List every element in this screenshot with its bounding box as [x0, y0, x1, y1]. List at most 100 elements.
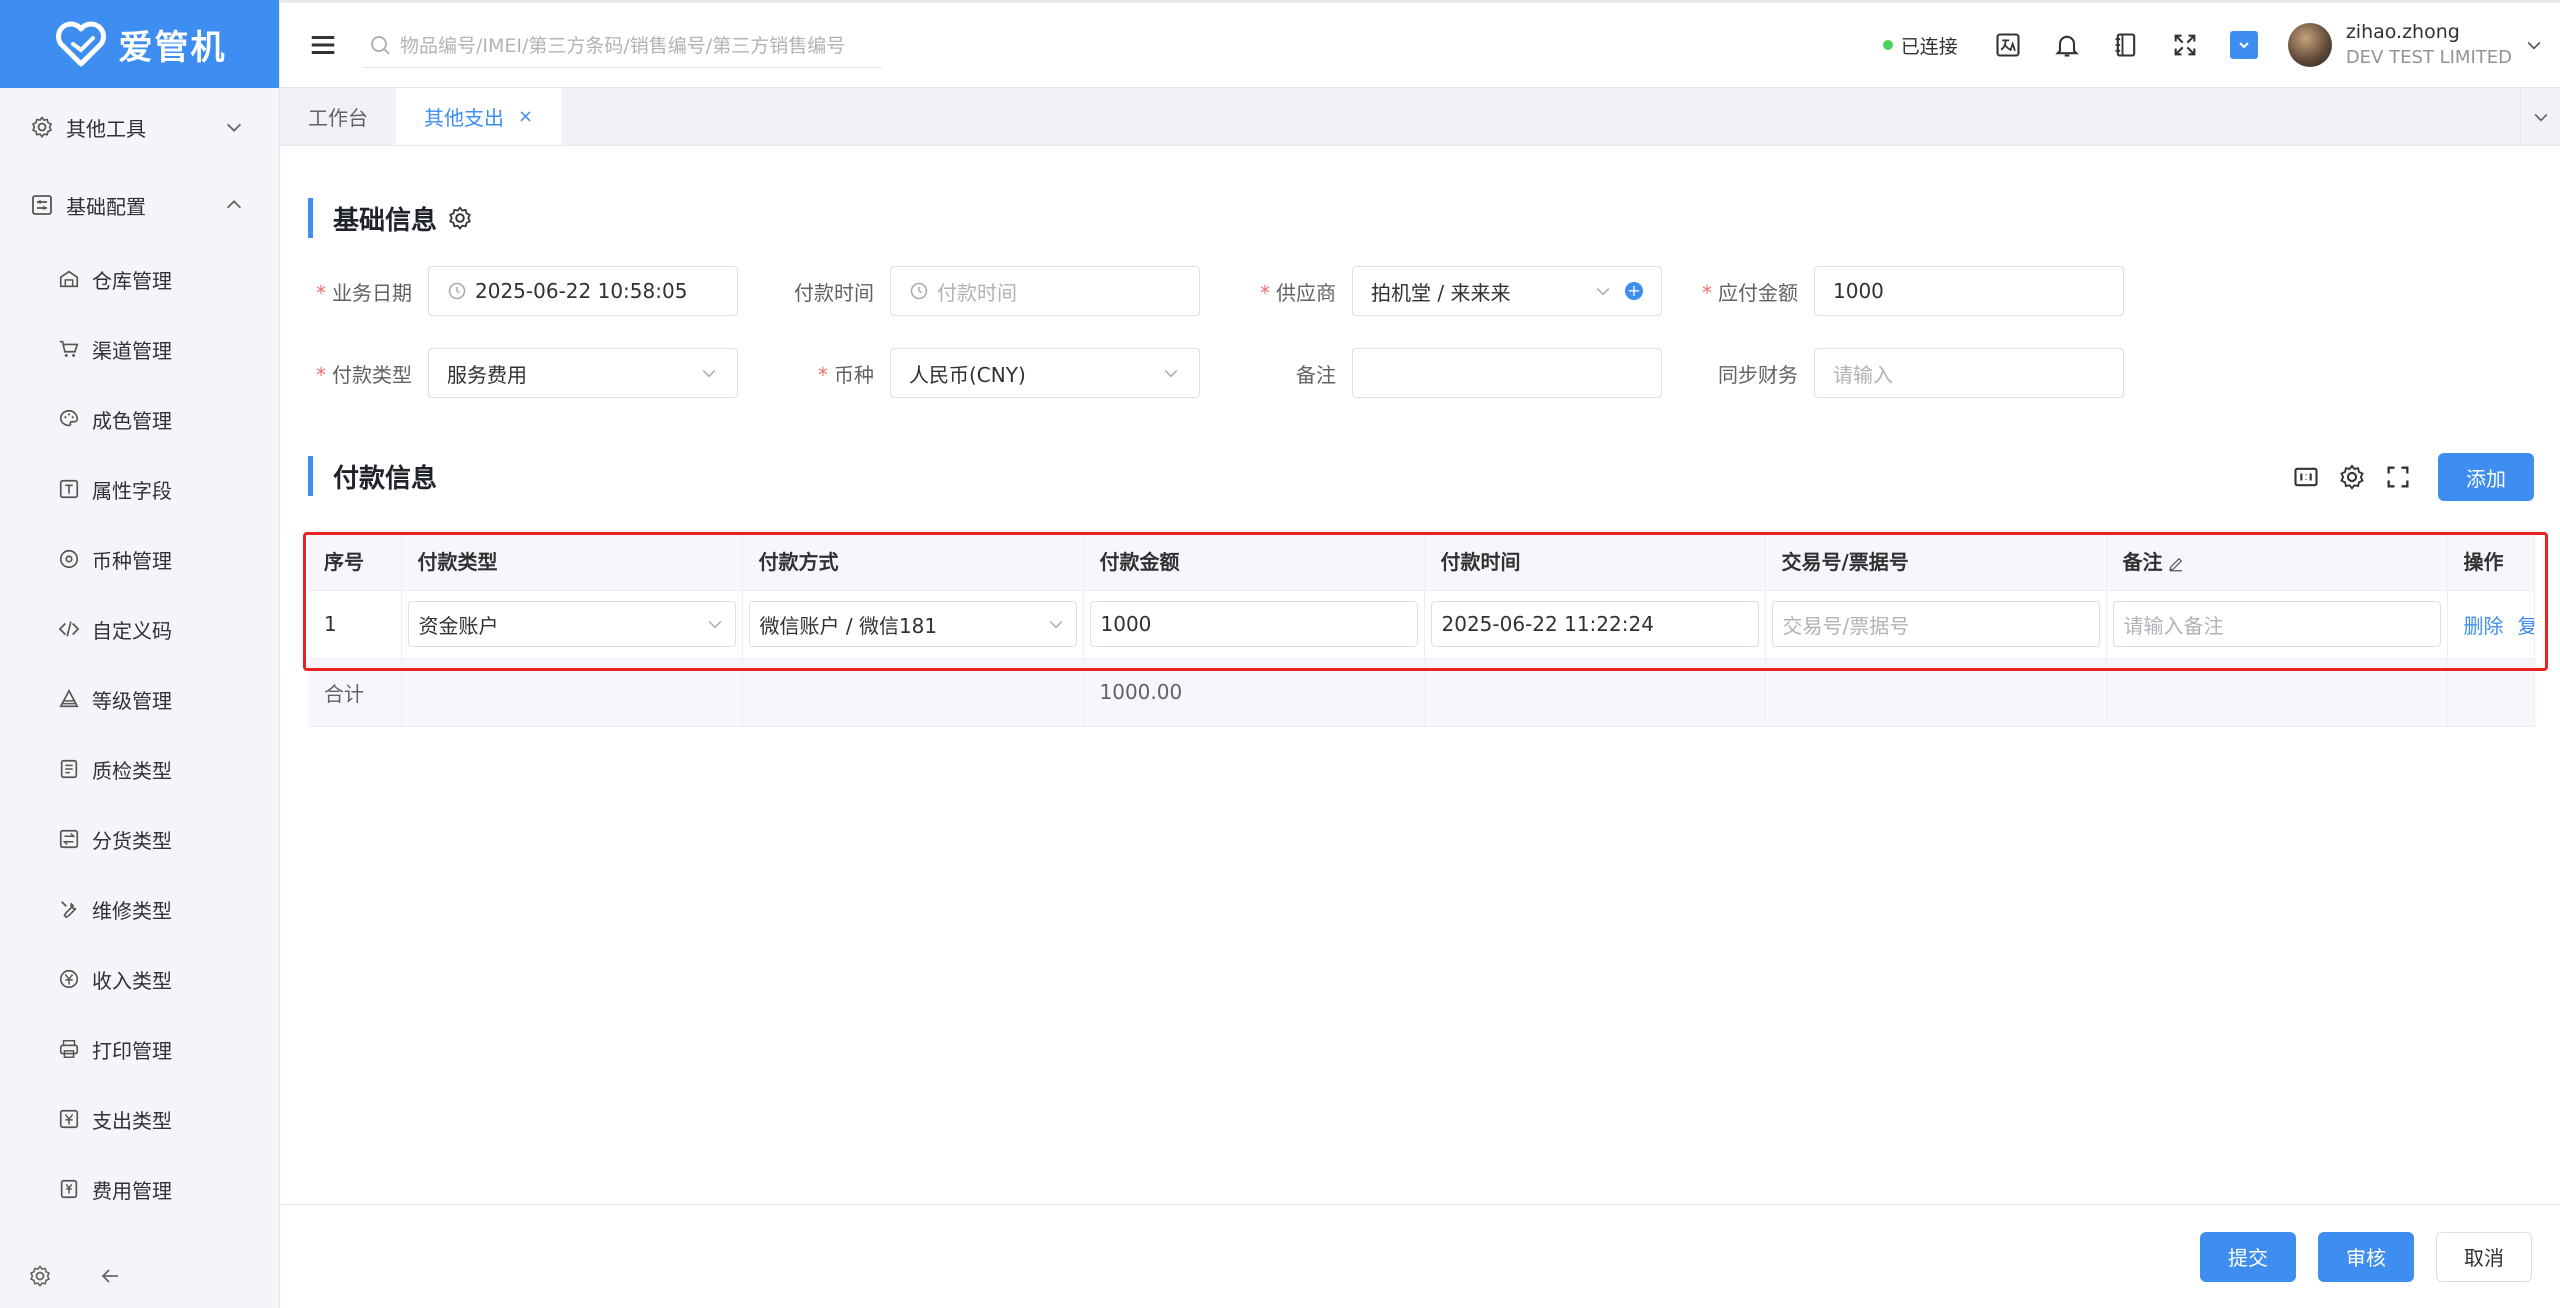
- business-date-value: 2025-06-22 10:58:05: [475, 279, 688, 303]
- supplier-select[interactable]: 拍机堂 / 来来来 +: [1352, 266, 1662, 316]
- summary-cell: [2106, 658, 2448, 727]
- sidebar-item-print[interactable]: 打印管理: [0, 1014, 279, 1084]
- sidebar-item-condition[interactable]: 成色管理: [0, 384, 279, 454]
- sidebar-item-currency[interactable]: 币种管理: [0, 524, 279, 594]
- field-remark: 备注: [1232, 348, 1694, 398]
- pay-type-select[interactable]: 资金账户: [407, 601, 736, 647]
- sync-finance-input[interactable]: 请输入: [1814, 348, 2124, 398]
- cancel-button[interactable]: 取消: [2436, 1231, 2532, 1282]
- pay-time-input[interactable]: 2025-06-22 11:22:24: [1430, 601, 1759, 647]
- tab-other-expense[interactable]: 其他支出 ×: [396, 88, 562, 145]
- trade-no-input[interactable]: 交易号/票据号: [1771, 601, 2100, 647]
- density-icon[interactable]: [2292, 463, 2320, 491]
- remark-row-input[interactable]: 请输入备注: [2112, 601, 2441, 647]
- sidebar-item-fee[interactable]: 费用管理: [0, 1154, 279, 1224]
- fee-icon: [60, 1179, 78, 1199]
- avatar[interactable]: [2287, 23, 2332, 67]
- audit-button[interactable]: 审核: [2318, 1231, 2414, 1282]
- footer-actions: 提交 审核 取消: [280, 1204, 2560, 1308]
- copy-link[interactable]: 复: [2518, 614, 2534, 638]
- sidebar-item-repair-type[interactable]: 维修类型: [0, 874, 279, 944]
- translate-icon[interactable]: [1994, 31, 2022, 59]
- sidebar-item-channel[interactable]: 渠道管理: [0, 314, 279, 384]
- sidebar-item-label: 分货类型: [92, 828, 172, 853]
- edit-icon: [2168, 557, 2182, 572]
- cell-pay-method: 微信账户 / 微信181: [742, 590, 1084, 659]
- delete-link[interactable]: 删除: [2464, 614, 2504, 638]
- field-payment-type: * 付款类型 服务费用: [308, 348, 770, 398]
- expand-icon[interactable]: [2384, 463, 2412, 491]
- fullscreen-icon[interactable]: [2171, 31, 2199, 59]
- header-right: 已连接 zihao.zhong DEV TEST LIMITED: [1882, 1, 2560, 89]
- submit-button[interactable]: 提交: [2200, 1231, 2296, 1282]
- payment-type-select[interactable]: 服务费用: [428, 348, 738, 398]
- add-button[interactable]: 添加: [2438, 453, 2534, 501]
- chevron-down-icon: [708, 620, 721, 629]
- summary-label: 合计: [308, 658, 402, 727]
- form-row-1: * 业务日期 2025-06-22 10:58:05 付款时间 付款时间 * 供应商…: [308, 266, 2156, 316]
- field-label: * 供应商: [1260, 280, 1336, 305]
- payment-table: 序号 付款类型 付款方式 付款金额 付款时间 交易号/票据号 备注 操作 1 资…: [308, 532, 2535, 727]
- pay-method-select[interactable]: 微信账户 / 微信181: [748, 601, 1077, 647]
- chevron-down-icon[interactable]: [2524, 35, 2544, 55]
- global-search-input[interactable]: 物品编号/IMEI/第三方条码/销售编号/第三方销售编号: [362, 22, 882, 68]
- tab-workbench[interactable]: 工作台: [280, 88, 396, 145]
- sidebar-item-expense-type[interactable]: 支出类型: [0, 1084, 279, 1154]
- business-date-picker[interactable]: 2025-06-22 10:58:05: [428, 266, 738, 316]
- menu-group-other-tools[interactable]: 其他工具: [0, 88, 279, 166]
- menu-group-basic-config[interactable]: 基础配置: [0, 166, 279, 244]
- add-supplier-icon[interactable]: +: [1625, 282, 1643, 300]
- sidebar-footer: [0, 1244, 280, 1308]
- field-label: 付款时间: [794, 280, 874, 305]
- sidebar-item-level[interactable]: 等级管理: [0, 664, 279, 734]
- summary-row: 合计 1000.00: [308, 658, 2535, 727]
- sidebar: 爱管机 其他工具 基础配置 仓库管理 渠道管理 成色管理 属性字段 币种管理 自…: [0, 0, 280, 1308]
- payment-type-value: 服务费用: [447, 362, 527, 387]
- summary-cell: [2447, 658, 2535, 727]
- currency-select[interactable]: 人民币(CNY): [890, 348, 1200, 398]
- sidebar-item-warehouse[interactable]: 仓库管理: [0, 244, 279, 314]
- palette-icon: [60, 409, 79, 427]
- logo[interactable]: 爱管机: [0, 0, 279, 88]
- gear-icon[interactable]: [447, 205, 473, 231]
- field-business-date: * 业务日期 2025-06-22 10:58:05: [308, 266, 770, 316]
- row-index: 1: [308, 590, 402, 659]
- table-header-row: 序号 付款类型 付款方式 付款金额 付款时间 交易号/票据号 备注 操作: [308, 532, 2535, 591]
- gear-icon[interactable]: [2338, 463, 2366, 491]
- section-title-text: 付款信息: [333, 463, 438, 494]
- payment-time-picker[interactable]: 付款时间: [890, 266, 1200, 316]
- sidebar-item-label: 成色管理: [92, 408, 172, 433]
- sidebar-item-custom-code[interactable]: 自定义码: [0, 594, 279, 664]
- user-info[interactable]: zihao.zhong DEV TEST LIMITED: [2346, 19, 2512, 71]
- tabs-more-button[interactable]: [2520, 88, 2560, 145]
- sidebar-item-allocation-type[interactable]: 分货类型: [0, 804, 279, 874]
- sidebar-item-attribute[interactable]: 属性字段: [0, 454, 279, 524]
- settings-icon[interactable]: [28, 1264, 52, 1288]
- sidebar-item-income-type[interactable]: 收入类型: [0, 944, 279, 1014]
- sidebar-item-qc-type[interactable]: 质检类型: [0, 734, 279, 804]
- cell-amount: 1000: [1083, 590, 1425, 659]
- remark-input[interactable]: [1352, 348, 1662, 398]
- sidebar-item-label: 收入类型: [92, 968, 172, 993]
- sidebar-item-label: 质检类型: [92, 758, 172, 783]
- dropdown-toggle-icon[interactable]: [2229, 31, 2258, 59]
- hamburger-menu-icon[interactable]: [308, 30, 338, 60]
- close-icon[interactable]: ×: [518, 106, 533, 127]
- amount-input[interactable]: 1000: [1089, 601, 1418, 647]
- form-row-2: * 付款类型 服务费用 * 币种 人民币(CNY) 备注 同步财务 请输入: [308, 348, 2156, 398]
- cell-pay-time: 2025-06-22 11:22:24: [1424, 590, 1766, 659]
- table-row: 1 资金账户 微信账户 / 微信181 1000 2025-06-22 11:2…: [308, 590, 2535, 659]
- column-header: 付款时间: [1424, 532, 1766, 591]
- level-icon: [59, 688, 79, 708]
- collapse-arrow-icon[interactable]: [98, 1264, 122, 1288]
- tab-label: 工作台: [308, 106, 368, 130]
- bell-icon[interactable]: [2053, 31, 2081, 59]
- page-tabs: 工作台 其他支出 ×: [280, 88, 2560, 146]
- code-icon: [58, 621, 80, 637]
- payable-amount-input[interactable]: 1000: [1814, 266, 2124, 316]
- field-label: * 付款类型: [316, 362, 412, 387]
- pay-time-value: 2025-06-22 11:22:24: [1441, 612, 1654, 636]
- notebook-icon[interactable]: [2112, 31, 2140, 59]
- connection-status-text: 已连接: [1900, 35, 1958, 58]
- sidebar-item-label: 自定义码: [92, 618, 172, 643]
